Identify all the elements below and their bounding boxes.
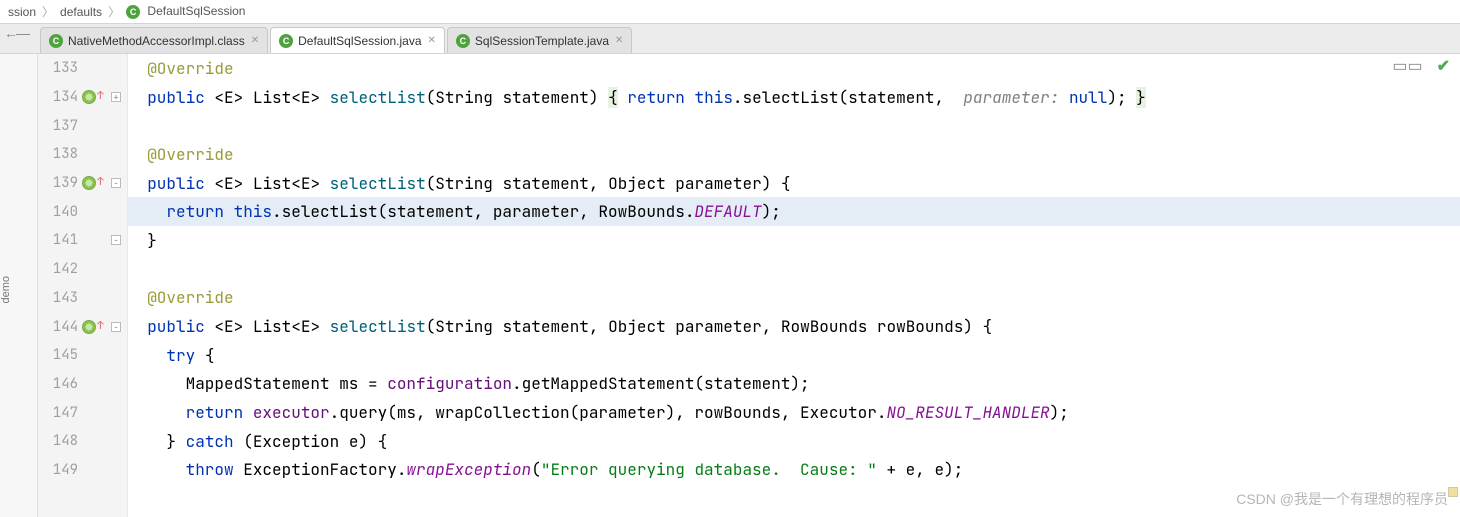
minimize-icon[interactable]: —	[16, 28, 26, 38]
line-number[interactable]: 137	[44, 117, 78, 135]
crumb-package-trunc[interactable]: ssion	[4, 5, 40, 19]
tab-native-method[interactable]: C NativeMethodAccessorImpl.class ✕	[40, 27, 268, 53]
override-marker-icon[interactable]	[82, 176, 96, 190]
chevron-right-icon: 〉	[106, 3, 122, 20]
breadcrumb: ssion 〉 defaults 〉 C DefaultSqlSession	[0, 0, 1460, 24]
code-line: }	[128, 226, 1460, 255]
code-line: public <E> List<E> selectList(String sta…	[128, 169, 1460, 198]
code-line	[128, 255, 1460, 284]
class-icon: C	[126, 5, 140, 19]
tab-default-sql-session[interactable]: C DefaultSqlSession.java ✕	[270, 27, 445, 53]
line-number[interactable]: 142	[44, 260, 78, 278]
crumb-package[interactable]: defaults	[56, 5, 106, 19]
java-file-icon: C	[279, 34, 293, 48]
crumb-class-label: DefaultSqlSession	[147, 4, 245, 18]
chevron-right-icon: 〉	[40, 3, 56, 20]
code-area[interactable]: @Override public <E> List<E> selectList(…	[128, 54, 1460, 517]
code-line: public <E> List<E> selectList(String sta…	[128, 312, 1460, 341]
code-line: try {	[128, 341, 1460, 370]
line-number[interactable]: 138	[44, 145, 78, 163]
line-number[interactable]: 141	[44, 231, 78, 249]
line-number[interactable]: 149	[44, 461, 78, 479]
code-line: public <E> List<E> selectList(String sta…	[128, 83, 1460, 112]
code-line: MappedStatement ms = configuration.getMa…	[128, 370, 1460, 399]
line-number[interactable]: 146	[44, 375, 78, 393]
fold-icon[interactable]: -	[111, 178, 121, 188]
editor[interactable]: ▭▭ ✔ 133 134+ 137 138 139- 140 141- 142 …	[38, 54, 1460, 517]
override-marker-icon[interactable]	[82, 320, 96, 334]
line-number[interactable]: 148	[44, 432, 78, 450]
line-number[interactable]: 134	[44, 88, 78, 106]
tab-controls: ← —	[4, 28, 26, 38]
override-marker-icon[interactable]	[82, 90, 96, 104]
code-line: @Override	[128, 284, 1460, 313]
tab-sql-session-template[interactable]: C SqlSessionTemplate.java ✕	[447, 27, 632, 53]
fold-icon[interactable]: -	[111, 322, 121, 332]
code-line: @Override	[128, 140, 1460, 169]
close-icon[interactable]: ✕	[615, 35, 623, 46]
tab-label: NativeMethodAccessorImpl.class	[68, 34, 245, 48]
java-file-icon: C	[456, 34, 470, 48]
crumb-class[interactable]: C DefaultSqlSession	[122, 4, 249, 19]
scroll-marker[interactable]	[1448, 487, 1458, 497]
code-line-highlighted: return this.selectList(statement, parame…	[128, 197, 1460, 226]
fold-icon[interactable]: -	[111, 235, 121, 245]
fold-icon[interactable]: +	[111, 92, 121, 102]
line-number[interactable]: 133	[44, 59, 78, 77]
class-file-icon: C	[49, 34, 63, 48]
close-icon[interactable]: ✕	[428, 35, 436, 46]
tab-label: DefaultSqlSession.java	[298, 34, 421, 48]
line-number[interactable]: 147	[44, 404, 78, 422]
line-number[interactable]: 145	[44, 346, 78, 364]
line-number[interactable]: 139	[44, 174, 78, 192]
editor-tabs: ← — C NativeMethodAccessorImpl.class ✕ C…	[0, 24, 1460, 54]
gutter: 133 134 + 137 138 139 - 140 141 - 142 143 1…	[38, 54, 128, 517]
annotation: @Override	[147, 58, 233, 79]
close-icon[interactable]: ✕	[251, 35, 259, 46]
watermark: CSDN @我是一个有理想的程序员	[1236, 489, 1448, 509]
code-line: return executor.query(ms, wrapCollection…	[128, 398, 1460, 427]
left-strip-label: demo	[0, 276, 12, 304]
code-line: } catch (Exception e) {	[128, 427, 1460, 456]
back-icon[interactable]: ←	[4, 28, 14, 38]
left-tool-strip[interactable]: demo	[0, 54, 38, 517]
line-number[interactable]: 144	[44, 318, 78, 336]
line-number[interactable]: 140	[44, 203, 78, 221]
code-line: throw ExceptionFactory.wrapException("Er…	[128, 456, 1460, 485]
tab-label: SqlSessionTemplate.java	[475, 34, 609, 48]
line-number[interactable]: 143	[44, 289, 78, 307]
code-line	[128, 111, 1460, 140]
code-line: @Override	[128, 54, 1460, 83]
